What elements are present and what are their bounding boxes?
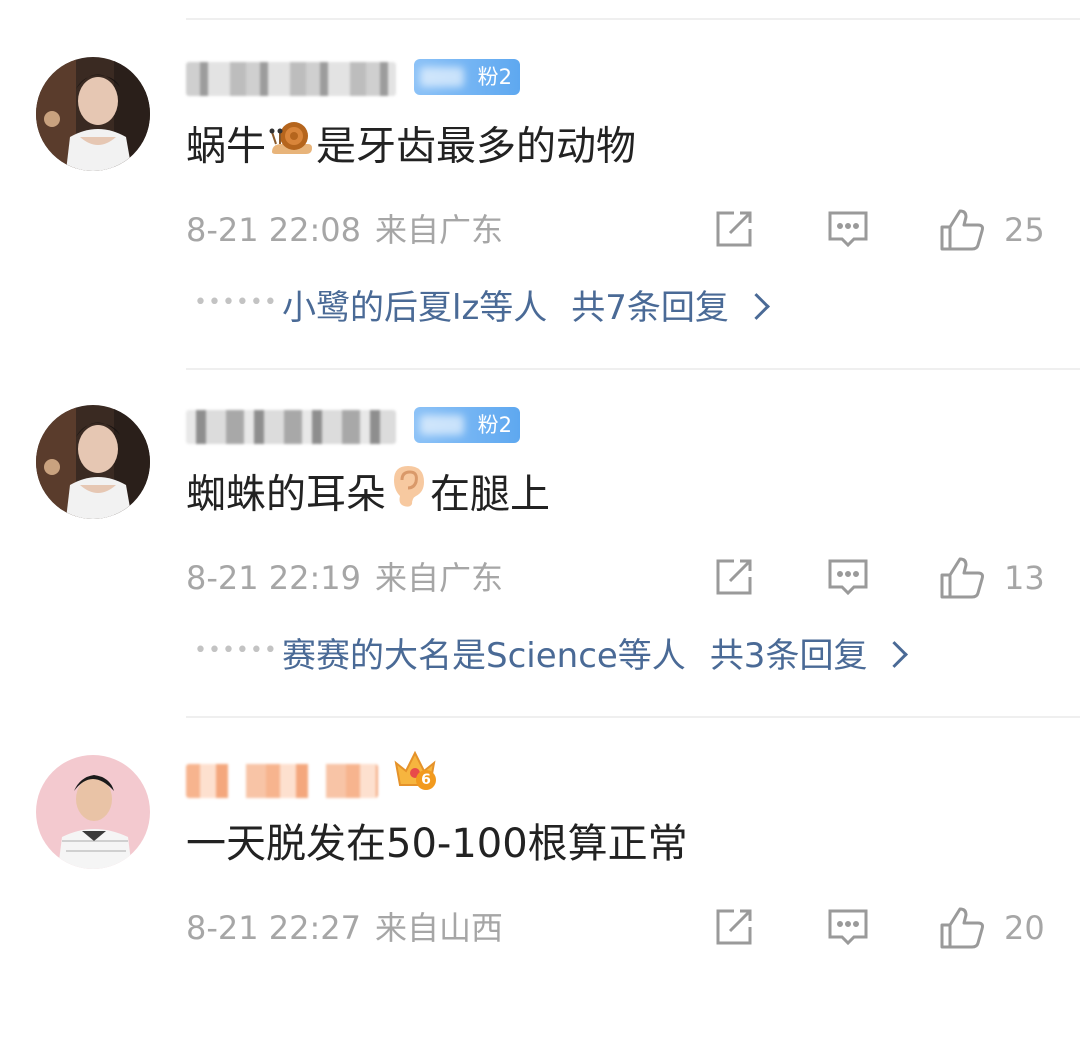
comment-meta: 8-21 22:08 来自广东 <box>186 208 503 252</box>
comment-text-part: 蜗牛 <box>186 123 266 170</box>
replies-summary[interactable]: •••••• 小鹭的后夏lz等人 共7条回复 <box>194 284 770 332</box>
like-count: 13 <box>1004 559 1045 597</box>
replies-count[interactable]: 共7条回复 <box>571 284 729 332</box>
comment-text-part: 蜘蛛的耳朵 <box>186 471 386 518</box>
comment-meta: 8-21 22:19 来自广东 <box>186 556 503 600</box>
comment-meta: 8-21 22:27 来自山西 <box>186 906 503 950</box>
comment-text: 一天脱发在50-100根算正常 <box>186 816 688 872</box>
comment-text: 蜘蛛的耳朵 在腿上 <box>186 466 550 527</box>
comment-item: 6 一天脱发在50-100根算正常 8-21 22:27 来自山西 20 <box>0 698 1080 1046</box>
fan-badge[interactable]: 粉2 <box>414 59 520 95</box>
share-icon[interactable] <box>712 905 756 949</box>
vip-level-badge: 6 <box>416 770 436 790</box>
like-icon[interactable] <box>938 905 986 949</box>
fan-badge-label: 粉2 <box>477 413 512 437</box>
avatar[interactable] <box>36 405 150 519</box>
avatar[interactable] <box>36 57 150 171</box>
dots-separator: •••••• <box>194 637 278 663</box>
dots-separator: •••••• <box>194 289 278 315</box>
snail-icon <box>268 114 314 175</box>
ear-icon <box>388 462 428 523</box>
replies-users[interactable]: 赛赛的大名是Science等人 <box>282 632 686 680</box>
comment-item: 粉2 蜗牛 是牙齿最多的动物 8-21 22:08 来自广东 25 ••••••… <box>0 0 1080 348</box>
comment-icon[interactable] <box>826 555 870 599</box>
badge-icon-blurred <box>420 67 464 87</box>
comment-location: 来自山西 <box>375 909 504 947</box>
comment-item: 粉2 蜘蛛的耳朵 在腿上 8-21 22:19 来自广东 13 •••••• 赛… <box>0 348 1080 696</box>
comment-text-part: 在腿上 <box>430 471 550 518</box>
comment-time: 8-21 22:27 <box>186 909 362 947</box>
comment-location: 来自广东 <box>375 559 504 597</box>
like-count: 20 <box>1004 909 1045 947</box>
fan-badge[interactable]: 粉2 <box>414 407 520 443</box>
avatar[interactable] <box>36 755 150 869</box>
like-count: 25 <box>1004 211 1045 249</box>
share-icon[interactable] <box>712 207 756 251</box>
comment-time: 8-21 22:19 <box>186 559 362 597</box>
username-blurred[interactable] <box>186 764 378 798</box>
comment-time: 8-21 22:08 <box>186 211 362 249</box>
share-icon[interactable] <box>712 555 756 599</box>
comment-text: 蜗牛 是牙齿最多的动物 <box>186 118 636 179</box>
replies-summary[interactable]: •••••• 赛赛的大名是Science等人 共3条回复 <box>194 632 909 680</box>
chevron-right-icon <box>743 292 770 320</box>
comment-location: 来自广东 <box>375 211 504 249</box>
comment-icon[interactable] <box>826 905 870 949</box>
username-blurred[interactable] <box>186 410 396 444</box>
badge-icon-blurred <box>420 415 464 435</box>
comment-icon[interactable] <box>826 207 870 251</box>
comment-text-part: 一天脱发在50-100根算正常 <box>186 821 688 867</box>
fan-badge-label: 粉2 <box>477 65 512 89</box>
replies-count[interactable]: 共3条回复 <box>710 632 868 680</box>
like-icon[interactable] <box>938 207 986 251</box>
username-blurred[interactable] <box>186 62 396 96</box>
chevron-right-icon <box>881 640 909 668</box>
like-icon[interactable] <box>938 555 986 599</box>
replies-users[interactable]: 小鹭的后夏lz等人 <box>282 284 547 332</box>
comment-text-part: 是牙齿最多的动物 <box>316 123 636 170</box>
